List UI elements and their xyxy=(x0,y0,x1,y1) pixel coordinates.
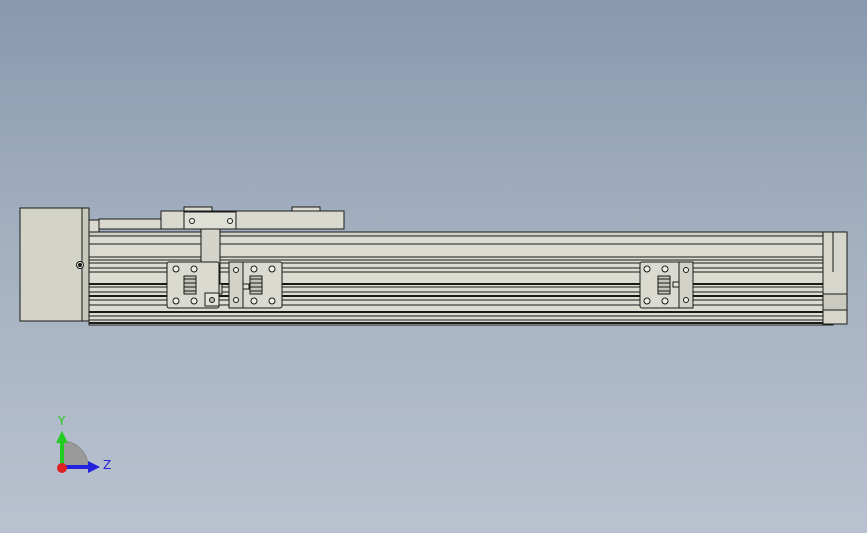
z-axis-label: Z xyxy=(103,458,111,472)
sensor-mount-left[interactable] xyxy=(166,261,220,309)
carriage-top-plate[interactable] xyxy=(160,206,345,230)
x-axis-origin xyxy=(57,463,67,473)
y-axis-label: Y xyxy=(57,414,66,428)
motor-housing[interactable] xyxy=(19,207,90,322)
end-cap[interactable] xyxy=(822,231,848,325)
sensor-mount-center[interactable] xyxy=(228,261,283,309)
orientation-triad: Y Z xyxy=(56,414,111,473)
coupling-plate xyxy=(88,218,162,233)
triad-plane-sector xyxy=(61,440,89,468)
linear-actuator-model[interactable] xyxy=(0,0,867,533)
sensor-mount-right[interactable] xyxy=(639,261,694,309)
graphics-viewport[interactable]: Y Z xyxy=(0,0,867,533)
